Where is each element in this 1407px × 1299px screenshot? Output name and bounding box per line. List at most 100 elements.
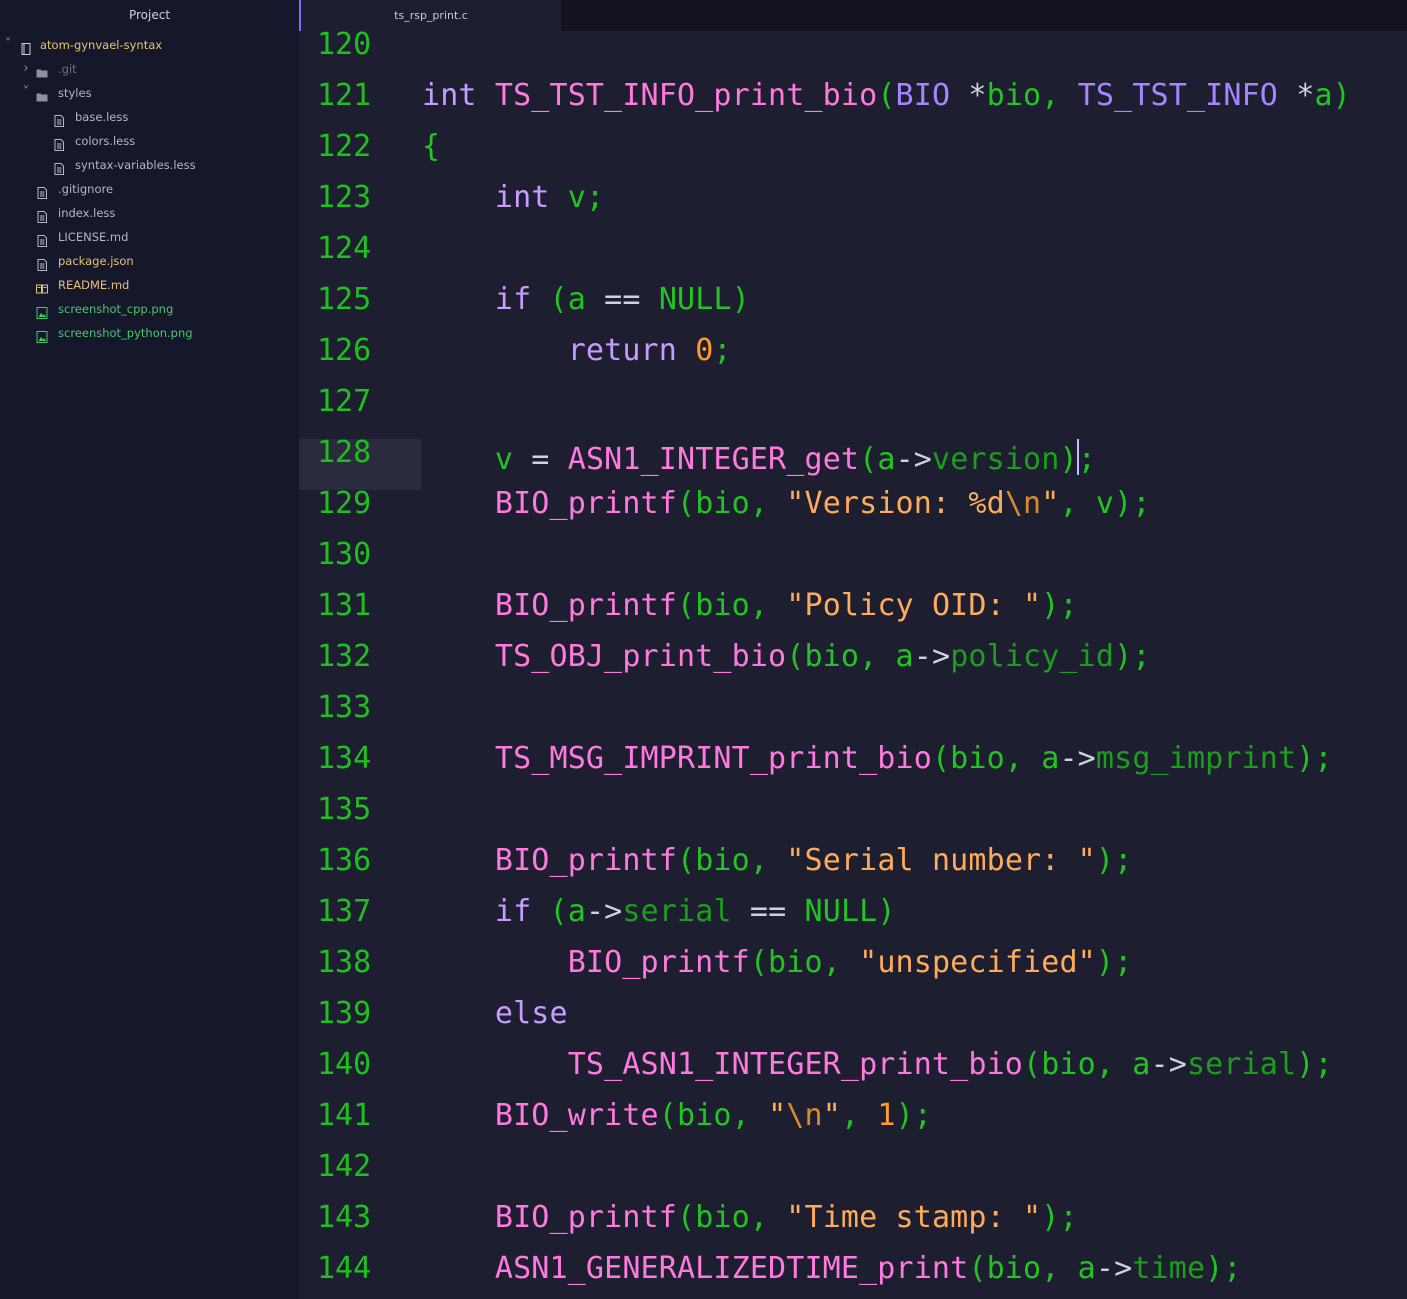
tree-file[interactable]: README.md: [0, 273, 299, 297]
code-line[interactable]: 133: [299, 690, 1407, 745]
code-editor[interactable]: 120 121 int TS_TST_INFO_print_bio(BIO *bio…: [299, 31, 1407, 1299]
code-line[interactable]: 131 BIO_printf(bio, "Policy OID: ");: [299, 591, 1407, 643]
function-token: BIO_printf: [567, 945, 750, 980]
code-line[interactable]: 128 v = ASN1_INTEGER_get(a->version);: [299, 438, 1407, 490]
code-line[interactable]: 142: [299, 1152, 1407, 1204]
code-line[interactable]: 139 else: [299, 999, 1407, 1051]
line-number: 134: [317, 741, 372, 776]
code-line[interactable]: 120: [299, 31, 1407, 82]
line-number: 138: [317, 945, 372, 980]
code-line[interactable]: 137 if (a->serial == NULL): [299, 894, 1407, 949]
identifier-token: a: [1041, 741, 1060, 776]
tree-folder[interactable]: › .git: [0, 57, 299, 81]
identifier-token: bio: [950, 741, 1005, 776]
tree-file[interactable]: colors.less: [0, 129, 299, 153]
code-line[interactable]: 121 int TS_TST_INFO_print_bio(BIO *bio, T…: [299, 78, 1407, 133]
line-number: 133: [317, 690, 372, 725]
code-line[interactable]: 138 BIO_printf(bio, "unspecified");: [299, 945, 1407, 1000]
code-line[interactable]: 127: [299, 387, 1407, 439]
code-line[interactable]: 125 if (a == NULL): [299, 285, 1407, 337]
tree-file[interactable]: LICENSE.md: [0, 225, 299, 249]
punctuation-token: );: [1205, 1251, 1242, 1286]
function-token: TS_TST_INFO_print_bio: [494, 78, 878, 113]
punctuation-token: (: [1023, 1047, 1042, 1082]
line-number: 137: [317, 894, 372, 929]
identifier-token: bio: [1041, 1047, 1096, 1082]
line-number: 130: [317, 537, 372, 572]
tree-file[interactable]: syntax-variables.less: [0, 153, 299, 177]
code-line[interactable]: 135: [299, 795, 1407, 847]
code-line[interactable]: 136 BIO_printf(bio, "Serial number: ");: [299, 846, 1407, 898]
chevron-down-icon[interactable]: ˅: [3, 33, 13, 57]
tree-folder[interactable]: ˅ styles: [0, 81, 299, 105]
function-token: BIO_printf: [494, 588, 677, 623]
code-line[interactable]: 129 BIO_printf(bio, "Version: %d\n", v);: [299, 489, 1407, 541]
member-token: version: [932, 442, 1060, 477]
code-line[interactable]: 126 return 0;: [299, 336, 1407, 388]
identifier-token: a: [567, 282, 586, 317]
line-number: 144: [317, 1251, 372, 1286]
code-text: BIO_printf(bio, "Version: %d\n", v);: [422, 489, 1151, 519]
keyword-token: return: [567, 333, 677, 368]
code-text: BIO_printf(bio, "Policy OID: ");: [422, 591, 1078, 621]
punctuation-token: ,: [749, 843, 769, 878]
punctuation-token: (: [658, 1098, 677, 1133]
punctuation-token: );: [895, 1098, 933, 1133]
code-line[interactable]: 124: [299, 234, 1407, 286]
string-token: "Time stamp: ": [786, 1200, 1042, 1235]
code-line[interactable]: 130: [299, 537, 1407, 592]
punctuation-token: (: [859, 442, 878, 477]
tree-folder[interactable]: ˅ atom-gynvael-syntax: [0, 33, 299, 57]
code-line[interactable]: 143 BIO_printf(bio, "Time stamp: ");: [299, 1203, 1407, 1255]
string-token: "unspecified": [859, 945, 1096, 980]
tree-file[interactable]: screenshot_cpp.png: [0, 297, 299, 321]
code-text: ASN1_GENERALIZEDTIME_print(bio, a->time)…: [422, 1254, 1242, 1284]
tab-ts-rsp-print-c[interactable]: ts_rsp_print.c: [299, 0, 561, 31]
operator-token: ->: [1095, 1251, 1133, 1286]
string-token: "Policy OID: ": [786, 588, 1042, 623]
chevron-down-icon[interactable]: ˅: [21, 81, 31, 105]
operator-token: ->: [895, 442, 932, 477]
code-line[interactable]: 134 TS_MSG_IMPRINT_print_bio(bio, a->msg…: [299, 741, 1407, 796]
line-number: 128: [299, 438, 421, 490]
punctuation-token: ,: [1095, 1047, 1115, 1082]
chevron-right-icon[interactable]: ›: [21, 57, 31, 81]
line-number: 121: [317, 78, 372, 113]
code-line[interactable]: 132 TS_OBJ_print_bio(bio, a->policy_id);: [299, 642, 1407, 694]
code-line[interactable]: 144 ASN1_GENERALIZEDTIME_print(bio, a->t…: [299, 1251, 1407, 1299]
punctuation-token: ): [877, 894, 896, 929]
code-text: TS_OBJ_print_bio(bio, a->policy_id);: [422, 642, 1151, 672]
punctuation-token: );: [1041, 588, 1078, 623]
code-text: TS_MSG_IMPRINT_print_bio(bio, a->msg_imp…: [422, 744, 1333, 774]
code-line[interactable]: 123 int v;: [299, 183, 1407, 235]
code-line[interactable]: 141 BIO_write(bio, "\n", 1);: [299, 1101, 1407, 1153]
sidebar-title: Project: [128, 8, 171, 22]
line-number: 120: [317, 31, 372, 62]
identifier-token: a: [1314, 78, 1333, 113]
tree-file[interactable]: base.less: [0, 105, 299, 129]
tree-file[interactable]: index.less: [0, 201, 299, 225]
tree-file[interactable]: .gitignore: [0, 177, 299, 201]
member-token: policy_id: [950, 639, 1115, 674]
code-line[interactable]: 122 {: [299, 132, 1407, 184]
tree-file[interactable]: screenshot_python.png: [0, 321, 299, 345]
identifier-token: a: [877, 442, 896, 477]
punctuation-token: );: [1296, 741, 1333, 776]
tree-file[interactable]: package.json: [0, 249, 299, 273]
string-token: ": [822, 1098, 841, 1133]
code-line[interactable]: 140 TS_ASN1_INTEGER_print_bio(bio, a->se…: [299, 1050, 1407, 1102]
string-token: ": [768, 1098, 787, 1133]
